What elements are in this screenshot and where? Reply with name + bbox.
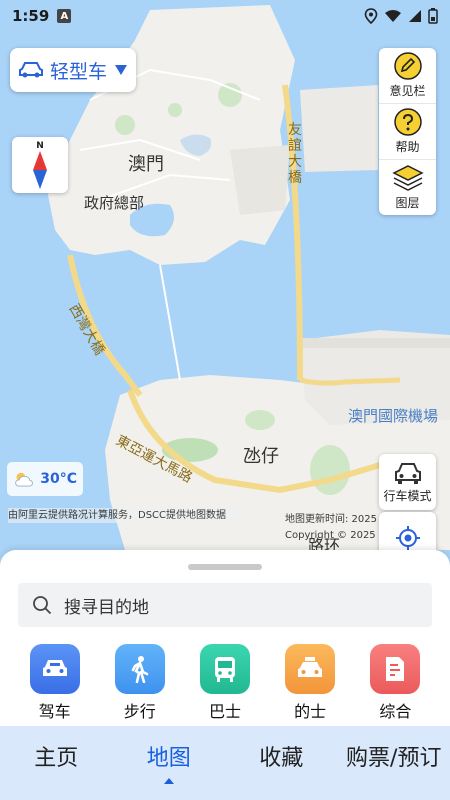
map-label-friendship-bridge: 友誼大橋 [288, 122, 302, 186]
map-tools-panel: 意见栏 帮助 图层 [379, 48, 436, 215]
bus-icon [214, 657, 235, 682]
active-tab-indicator [163, 778, 174, 784]
feedback-button[interactable]: 意见栏 [379, 48, 436, 104]
mode-taxi-label: 的士 [294, 702, 327, 721]
mode-combined-label: 综合 [379, 702, 412, 721]
bottom-sheet: 搜寻目的地 驾车 步行 巴士 的士 综合 [0, 550, 450, 726]
tab-favorites-label: 收藏 [259, 746, 304, 771]
mode-walk-label: 步行 [123, 702, 156, 721]
drive-mode-button[interactable]: 行车模式 [379, 454, 436, 510]
drive-mode-label: 行车模式 [383, 488, 432, 503]
layers-label: 图层 [395, 196, 420, 210]
notification-app-icon: A [57, 9, 72, 23]
mode-bus-tile [199, 644, 250, 694]
weather-temperature: 30°C [40, 471, 77, 487]
map-update-info: 地图更新时间: 2025 Copyright © 2025 [285, 512, 380, 544]
weather-widget[interactable]: 30°C [7, 462, 83, 496]
destination-search-input[interactable]: 搜寻目的地 [18, 583, 432, 627]
status-bar: 1:59 A [0, 0, 450, 32]
mode-drive-label: 驾车 [38, 702, 71, 721]
compass-north-label: N [36, 140, 44, 151]
map-label-gov-hq: 政府總部 [84, 194, 145, 212]
edit-icon [393, 52, 422, 80]
map-label-taipa: 氹仔 [243, 446, 279, 467]
map-label-macau: 澳門 [128, 154, 164, 175]
mode-bus[interactable]: 巴士 [195, 644, 255, 722]
signal-icon [409, 10, 421, 22]
walk-icon [131, 656, 149, 683]
layers-button[interactable]: 图层 [379, 160, 436, 215]
status-time: 1:59 [12, 7, 50, 25]
mode-taxi-tile [285, 644, 336, 694]
map-attribution: 由阿里云提供路况计算服务，DSCC提供地图数据 [8, 508, 238, 523]
chevron-down-icon [115, 65, 127, 75]
map-copyright: Copyright © 2025 [285, 530, 376, 541]
tab-map[interactable]: 地图 [113, 726, 226, 800]
car-front-icon [394, 462, 421, 484]
mode-taxi[interactable]: 的士 [280, 644, 340, 722]
tab-favorites[interactable]: 收藏 [225, 726, 338, 800]
tab-tickets-label: 购票/预订 [346, 746, 442, 771]
vehicle-type-label: 轻型车 [50, 60, 108, 83]
bottom-navigation: 主页 地图 收藏 购票/预订 [0, 726, 450, 800]
mode-drive[interactable]: 驾车 [25, 644, 85, 722]
tab-tickets[interactable]: 购票/预订 [338, 726, 450, 800]
car-icon [19, 62, 43, 78]
sheet-drag-handle[interactable] [188, 564, 262, 570]
travel-mode-list: 驾车 步行 巴士 的士 综合 [0, 644, 450, 722]
partly-cloudy-icon [15, 472, 33, 487]
document-icon [386, 657, 405, 681]
map-update-time: 地图更新时间: 2025 [285, 514, 377, 525]
mode-combined-tile [370, 644, 421, 694]
mode-combined[interactable]: 综合 [365, 644, 425, 722]
mode-walk-tile [114, 644, 165, 694]
help-label: 帮助 [395, 140, 420, 154]
vehicle-type-selector[interactable]: 轻型车 [10, 48, 136, 92]
tab-home-label: 主页 [34, 746, 79, 771]
crosshair-icon [395, 526, 420, 550]
wifi-icon [385, 10, 401, 22]
location-icon [364, 8, 378, 24]
tab-home[interactable]: 主页 [0, 726, 113, 800]
feedback-label: 意见栏 [389, 84, 426, 98]
search-icon [33, 596, 52, 615]
tab-map-label: 地图 [146, 746, 191, 771]
car-icon [42, 660, 67, 676]
mode-walk[interactable]: 步行 [110, 644, 170, 722]
compass-button[interactable]: N [12, 137, 68, 193]
search-placeholder: 搜寻目的地 [64, 597, 149, 618]
mode-drive-tile [29, 644, 80, 694]
layers-icon [391, 165, 424, 191]
map-label-airport: 澳門國際機場 [348, 407, 439, 425]
compass-icon [33, 150, 47, 189]
help-button[interactable]: 帮助 [379, 104, 436, 160]
taxi-icon [298, 657, 323, 677]
battery-icon [428, 8, 438, 24]
mode-bus-label: 巴士 [208, 702, 241, 721]
help-icon [393, 108, 422, 136]
